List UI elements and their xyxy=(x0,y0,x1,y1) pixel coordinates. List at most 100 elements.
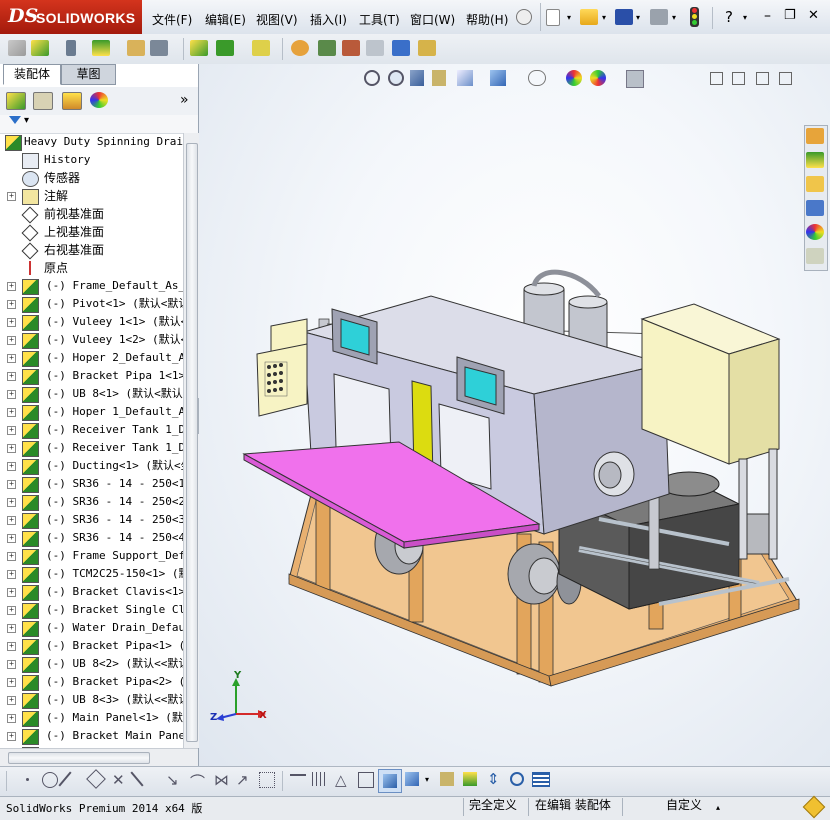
tree-vertical-scrollbar[interactable] xyxy=(183,133,199,748)
tree-node[interactable]: + (-) TCM2C25-150<1> (默认 xyxy=(0,565,183,583)
move-icon[interactable]: ⇕ xyxy=(487,770,500,788)
menu-tools[interactable]: 工具(T) xyxy=(359,11,400,28)
new-motion-study-icon[interactable] xyxy=(291,40,309,56)
explode-line-sketch-icon[interactable] xyxy=(366,40,384,56)
configuration-manager-tab-icon[interactable] xyxy=(62,92,82,110)
mate-icon[interactable] xyxy=(66,40,76,56)
tree-node[interactable]: + (-) Frame Support_Defau xyxy=(0,547,183,565)
tree-node[interactable]: + (-) Receiver Tank 1_Def xyxy=(0,421,183,439)
linear-pattern-icon[interactable] xyxy=(259,772,275,788)
insert-component-icon[interactable] xyxy=(31,40,49,56)
expand-toggle-icon[interactable]: + xyxy=(7,462,16,471)
menu-insert[interactable]: 插入(I) xyxy=(310,11,347,28)
menu-view[interactable]: 视图(V) xyxy=(256,11,298,28)
expand-toggle-icon[interactable]: + xyxy=(7,192,16,201)
display-mode-icon[interactable] xyxy=(405,772,419,786)
fillet-icon[interactable]: ↘ xyxy=(166,771,179,789)
circle-icon[interactable] xyxy=(42,772,58,788)
menu-edit[interactable]: 编辑(E) xyxy=(205,11,246,28)
property-manager-tab-icon[interactable] xyxy=(33,92,53,110)
expand-toggle-icon[interactable]: + xyxy=(7,282,16,291)
restore-button[interactable]: ❐ xyxy=(784,8,796,23)
tree-node[interactable]: + (-) Ducting<1> (默认<坐 xyxy=(0,457,183,475)
tree-node[interactable]: + (-) UB 8<2> (默认<<默认 xyxy=(0,655,183,673)
show-hidden-icon[interactable] xyxy=(190,40,208,56)
help-icon[interactable]: ? xyxy=(725,8,733,26)
expand-toggle-icon[interactable]: + xyxy=(7,534,16,543)
assembly-tool-icon[interactable] xyxy=(8,40,26,56)
expand-toggle-icon[interactable]: + xyxy=(7,624,16,633)
tab-assembly[interactable]: 装配体 xyxy=(3,64,61,85)
mirror-icon[interactable]: ⋈ xyxy=(214,771,229,789)
dropdown-arrow-icon[interactable]: ▾ xyxy=(602,13,606,22)
open-folder-icon[interactable] xyxy=(580,9,598,25)
tree-node[interactable]: 原点 xyxy=(0,259,183,277)
tree-node[interactable]: + (-) Vuleey 1<2> (默认<< xyxy=(0,331,183,349)
expand-panel-icon[interactable]: » xyxy=(180,92,189,108)
rebuild-traffic-light-icon[interactable] xyxy=(690,7,699,27)
tree-node[interactable]: + (-) Receiver Tank 1_Def xyxy=(0,439,183,457)
display-manager-tab-icon[interactable] xyxy=(90,92,108,108)
tree-node[interactable]: + (-) Frame_Default_As_Ma xyxy=(0,277,183,295)
section-icon[interactable] xyxy=(440,772,454,786)
rotate-icon[interactable] xyxy=(510,772,524,786)
menu-file[interactable]: 文件(F) xyxy=(152,11,192,28)
tree-node[interactable]: + (-) SR36 - 14 - 250<4> xyxy=(0,529,183,547)
convert-entities-icon[interactable]: ↗ xyxy=(236,771,249,789)
tree-horizontal-scrollbar[interactable] xyxy=(0,748,198,767)
dropdown-arrow-icon[interactable]: ▾ xyxy=(636,13,640,22)
expand-toggle-icon[interactable]: + xyxy=(7,588,16,597)
dropdown-arrow-icon[interactable]: ▴ xyxy=(716,803,720,812)
tree-node[interactable]: + (-) Bracket Pipa<2> (默 xyxy=(0,673,183,691)
table-icon[interactable] xyxy=(532,772,550,787)
save-icon[interactable] xyxy=(615,9,633,25)
solidworks-logo[interactable]: DS SOLIDWORKS xyxy=(0,0,142,34)
dropdown-arrow-icon[interactable]: ▾ xyxy=(743,13,747,22)
tree-node[interactable]: + (-) Bracket Pipa 1<1> ( xyxy=(0,367,183,385)
exploded-view-icon[interactable] xyxy=(342,40,360,56)
menu-window[interactable]: 窗口(W) xyxy=(410,11,455,28)
expand-toggle-icon[interactable]: + xyxy=(7,714,16,723)
expand-toggle-icon[interactable]: + xyxy=(7,732,16,741)
feature-manager-tab-icon[interactable] xyxy=(6,92,26,110)
expand-toggle-icon[interactable]: + xyxy=(7,300,16,309)
dropdown-arrow-icon[interactable]: ▾ xyxy=(425,775,429,784)
new-document-icon[interactable] xyxy=(546,9,560,26)
tree-node[interactable]: + (-) Main Panel<1> (默认 xyxy=(0,709,183,727)
expand-toggle-icon[interactable]: + xyxy=(7,426,16,435)
tree-node[interactable]: 前视基准面 xyxy=(0,205,183,224)
expand-toggle-icon[interactable]: + xyxy=(7,570,16,579)
trim-icon[interactable]: ✕ xyxy=(112,771,125,789)
tree-node[interactable]: + (-) Bracket Clavis<1> ( xyxy=(0,583,183,601)
scrollbar-thumb[interactable] xyxy=(8,752,150,764)
bill-of-materials-icon[interactable] xyxy=(318,40,336,56)
expand-toggle-icon[interactable]: + xyxy=(7,444,16,453)
tree-node[interactable]: History xyxy=(0,151,183,169)
expand-toggle-icon[interactable]: + xyxy=(7,480,16,489)
expand-toggle-icon[interactable]: + xyxy=(7,516,16,525)
tree-node[interactable]: + (-) UB 8<3> (默认<<默认 xyxy=(0,691,183,709)
filter-icon[interactable] xyxy=(9,116,21,124)
tree-node[interactable]: + (-) Hoper 2_Default_As xyxy=(0,349,183,367)
close-button[interactable]: ✕ xyxy=(808,8,819,23)
clearance-verification-icon[interactable] xyxy=(418,40,436,56)
assembly-features-icon[interactable] xyxy=(216,40,234,56)
tree-node[interactable]: + (-) SR36 - 14 - 250<3> xyxy=(0,511,183,529)
component-pattern-icon[interactable] xyxy=(92,40,110,56)
tree-node[interactable]: + (-) SR36 - 14 - 250<1> xyxy=(0,475,183,493)
expand-toggle-icon[interactable]: + xyxy=(7,606,16,615)
tree-node[interactable]: + (-) Water Drain_Default xyxy=(0,619,183,637)
dimension-icon[interactable] xyxy=(290,774,306,786)
view-cube-button[interactable] xyxy=(378,769,402,793)
move-component-icon[interactable] xyxy=(150,40,168,56)
expand-toggle-icon[interactable]: + xyxy=(7,372,16,381)
interference-detection-icon[interactable] xyxy=(392,40,410,56)
tree-node[interactable]: + (-) Bracket Pipa<1> (默 xyxy=(0,637,183,655)
expand-toggle-icon[interactable]: + xyxy=(7,660,16,669)
tree-node[interactable]: + 注解 xyxy=(0,187,183,205)
grid-icon[interactable] xyxy=(312,772,326,786)
expand-toggle-icon[interactable]: + xyxy=(7,354,16,363)
tree-node[interactable]: 上视基准面 xyxy=(0,223,183,242)
box-icon[interactable] xyxy=(358,772,374,788)
smart-fasteners-icon[interactable] xyxy=(127,40,145,56)
